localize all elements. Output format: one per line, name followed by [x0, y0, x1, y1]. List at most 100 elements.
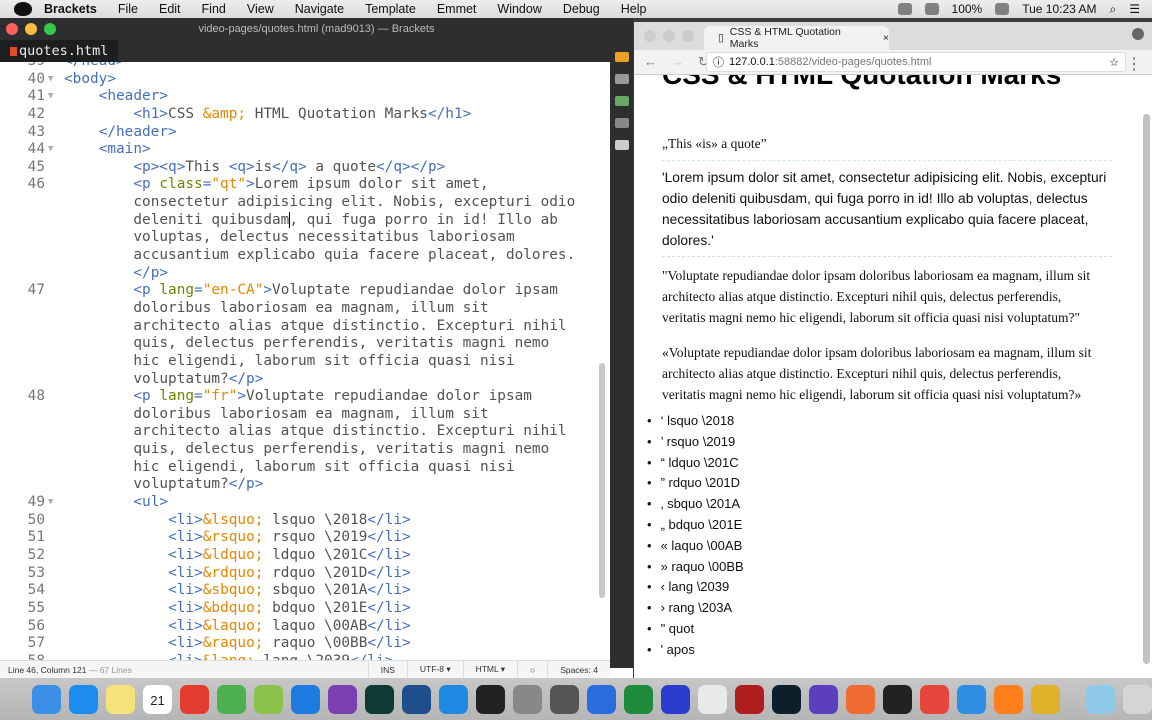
- dock-terminal-icon[interactable]: [476, 684, 505, 714]
- code-line[interactable]: 55 <li>&bdquo; bdquo \201E</li>: [0, 600, 600, 618]
- code-line[interactable]: 48 <p lang="fr">Voluptate repudiandae dol…: [0, 388, 600, 406]
- dock-notes-icon[interactable]: [106, 684, 135, 714]
- insert-mode[interactable]: INS: [367, 660, 407, 679]
- preview-icon[interactable]: [614, 118, 629, 128]
- battery-percent[interactable]: 100%: [952, 2, 983, 16]
- dock-finder-icon[interactable]: [32, 684, 61, 714]
- dock-chrome-canary-icon[interactable]: [1031, 684, 1060, 714]
- battery-icon[interactable]: [995, 3, 1010, 15]
- dock-xcode-icon[interactable]: [291, 684, 320, 714]
- notification-icon[interactable]: ☰: [1129, 2, 1140, 16]
- browser-scrollbar[interactable]: [1143, 114, 1150, 664]
- code-line[interactable]: deleniti quibusdam, qui fuga porro in id…: [0, 211, 600, 230]
- search-icon[interactable]: ⌕: [1110, 2, 1117, 17]
- extension-icon[interactable]: [614, 96, 629, 106]
- code-line[interactable]: 47 <p lang="en-CA">Voluptate repudiandae …: [0, 282, 600, 300]
- dock-excel-icon[interactable]: [624, 684, 653, 714]
- menu-app[interactable]: Brackets: [44, 2, 97, 16]
- linter-status-icon[interactable]: ○: [517, 660, 547, 679]
- file-tab[interactable]: quotes.html: [0, 40, 118, 62]
- dock-calculator-icon[interactable]: [513, 684, 542, 714]
- dock-github-desktop-icon[interactable]: [328, 684, 357, 714]
- menu-template[interactable]: Template: [365, 2, 416, 16]
- dock-firefox-icon[interactable]: [994, 684, 1023, 714]
- editor-scrollbar[interactable]: [599, 363, 605, 598]
- language-select[interactable]: HTML ▾: [462, 660, 517, 679]
- wifi-icon[interactable]: [897, 3, 912, 15]
- dock-trash-icon[interactable]: [1123, 684, 1152, 714]
- dock-postman-icon[interactable]: [846, 684, 875, 714]
- menu-navigate[interactable]: Navigate: [295, 2, 344, 16]
- menu-dots-icon[interactable]: ⋮: [1126, 54, 1142, 74]
- code-line[interactable]: 44 ▼ <main>: [0, 141, 600, 159]
- encoding-select[interactable]: UTF-8 ▾: [406, 660, 463, 679]
- code-line[interactable]: architecto alias atque distinctio. Excep…: [0, 318, 600, 336]
- dock-brave-icon[interactable]: [920, 684, 949, 714]
- browser-tab[interactable]: ▯ CSS & HTML Quotation Marks ×: [704, 26, 889, 50]
- dock-brackets-icon[interactable]: [439, 684, 468, 714]
- dock-vscode-icon[interactable]: [402, 684, 431, 714]
- dock-screen-recorder-icon[interactable]: [661, 684, 690, 714]
- code-editor[interactable]: 39</head>40▼<body>41▼<header>42<h1>CSS &…: [0, 53, 600, 666]
- code-line[interactable]: 41 ▼ <header>: [0, 88, 600, 106]
- tab-close-icon[interactable]: ×: [883, 32, 889, 44]
- code-line[interactable]: 42 <h1>CSS &amp; HTML Quotation Marks</h1…: [0, 106, 600, 124]
- code-line[interactable]: </p>: [0, 265, 600, 283]
- menu-help[interactable]: Help: [621, 2, 647, 16]
- menu-debug[interactable]: Debug: [563, 2, 600, 16]
- dock-nova-icon[interactable]: [809, 684, 838, 714]
- code-line[interactable]: 57 <li>&raquo; raquo \00BB</li>: [0, 635, 600, 653]
- code-line[interactable]: 43 </header>: [0, 124, 600, 142]
- clock[interactable]: Tue 10:23 AM: [1022, 2, 1096, 16]
- extension-manager-icon[interactable]: [614, 74, 629, 84]
- fold-arrow-icon[interactable]: ▼: [48, 494, 53, 512]
- dock-gitkraken-icon[interactable]: [365, 684, 394, 714]
- dock-sequel-pro-icon[interactable]: [550, 684, 579, 714]
- fold-arrow-icon[interactable]: ▼: [48, 141, 53, 159]
- minimize-button[interactable]: [25, 23, 37, 35]
- fold-arrow-icon[interactable]: ▼: [48, 88, 53, 106]
- minimize-button[interactable]: [663, 30, 675, 42]
- zoom-button[interactable]: [682, 30, 694, 42]
- code-line[interactable]: 46 <p class="qt">Lorem ipsum dolor sit am…: [0, 176, 600, 194]
- indent-setting[interactable]: Spaces: 4: [547, 660, 610, 679]
- code-line[interactable]: 52 <li>&ldquo; ldquo \201C</li>: [0, 547, 600, 565]
- dock-word-icon[interactable]: [587, 684, 616, 714]
- dock-chrome-icon[interactable]: [180, 684, 209, 714]
- bookmark-star-icon[interactable]: ☆: [1109, 56, 1119, 69]
- code-line[interactable]: voluptas, delectus necessitatibus labori…: [0, 229, 600, 247]
- hint-icon[interactable]: [614, 140, 629, 150]
- menu-edit[interactable]: Edit: [159, 2, 181, 16]
- dock-app-store-icon[interactable]: [69, 684, 98, 714]
- code-line[interactable]: voluptatum?</p>: [0, 371, 600, 389]
- live-preview-icon[interactable]: [614, 52, 629, 62]
- code-line[interactable]: 56 <li>&laquo; laquo \00AB</li>: [0, 618, 600, 636]
- code-line[interactable]: doloribus laboriosam ea magnam, illum si…: [0, 406, 600, 424]
- code-line[interactable]: 53 <li>&rdquo; rdquo \201D</li>: [0, 565, 600, 583]
- close-button[interactable]: [6, 23, 18, 35]
- code-line[interactable]: architecto alias atque distinctio. Excep…: [0, 423, 600, 441]
- dock-android-studio-icon[interactable]: [254, 684, 283, 714]
- code-line[interactable]: quis, delectus perferendis, veritatis ma…: [0, 335, 600, 353]
- back-icon[interactable]: ←: [644, 54, 657, 70]
- code-line[interactable]: 50 <li>&lsquo; lsquo \2018</li>: [0, 512, 600, 530]
- close-button[interactable]: [644, 30, 656, 42]
- code-line[interactable]: hic eligendi, laborum sit officia quasi …: [0, 353, 600, 371]
- url-bar[interactable]: ⓘ 127.0.0.1:58882/video-pages/quotes.html…: [706, 52, 1126, 72]
- profile-icon[interactable]: [1132, 28, 1144, 40]
- code-line[interactable]: accusantium explicabo quia facere placea…: [0, 247, 600, 265]
- dock-photoshop-icon[interactable]: [772, 684, 801, 714]
- apple-icon[interactable]: [14, 2, 32, 16]
- code-line[interactable]: voluptatum?</p>: [0, 476, 600, 494]
- dock-calendar-icon[interactable]: 21: [143, 684, 172, 714]
- menu-window[interactable]: Window: [497, 2, 541, 16]
- code-line[interactable]: 51 <li>&rsquo; rsquo \2019</li>: [0, 529, 600, 547]
- code-line[interactable]: doloribus laboriosam ea magnam, illum si…: [0, 300, 600, 318]
- dock-obs-icon[interactable]: [883, 684, 912, 714]
- code-line[interactable]: 40 ▼ <body>: [0, 71, 600, 89]
- menu-view[interactable]: View: [247, 2, 274, 16]
- forward-icon[interactable]: →: [671, 54, 684, 70]
- dock-safari-icon[interactable]: [957, 684, 986, 714]
- zoom-button[interactable]: [44, 23, 56, 35]
- menu-find[interactable]: Find: [202, 2, 226, 16]
